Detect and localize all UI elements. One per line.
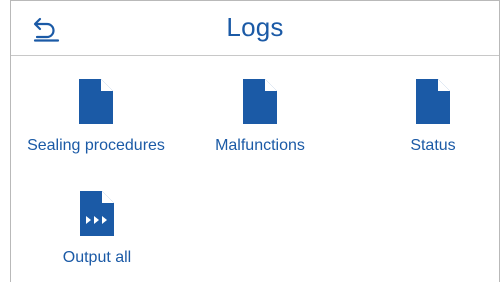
header-bar: Logs — [11, 1, 499, 56]
tile-malfunctions[interactable]: Malfunctions — [180, 79, 340, 155]
tile-sealing-procedures[interactable]: Sealing procedures — [16, 79, 176, 155]
document-icon — [416, 79, 450, 124]
tile-status[interactable]: Status — [353, 79, 501, 155]
document-icon — [243, 79, 277, 124]
screen-frame: Logs Sealing procedures Malfunctions Sta… — [10, 0, 500, 282]
tile-label: Sealing procedures — [27, 137, 165, 154]
document-forward-icon — [80, 191, 114, 236]
tile-label: Output all — [62, 249, 132, 266]
page-title: Logs — [226, 12, 284, 42]
tile-label: Malfunctions — [215, 137, 305, 154]
tile-label: Status — [410, 137, 456, 154]
tile-output-all[interactable]: Output all — [27, 191, 167, 267]
document-icon — [79, 79, 113, 124]
